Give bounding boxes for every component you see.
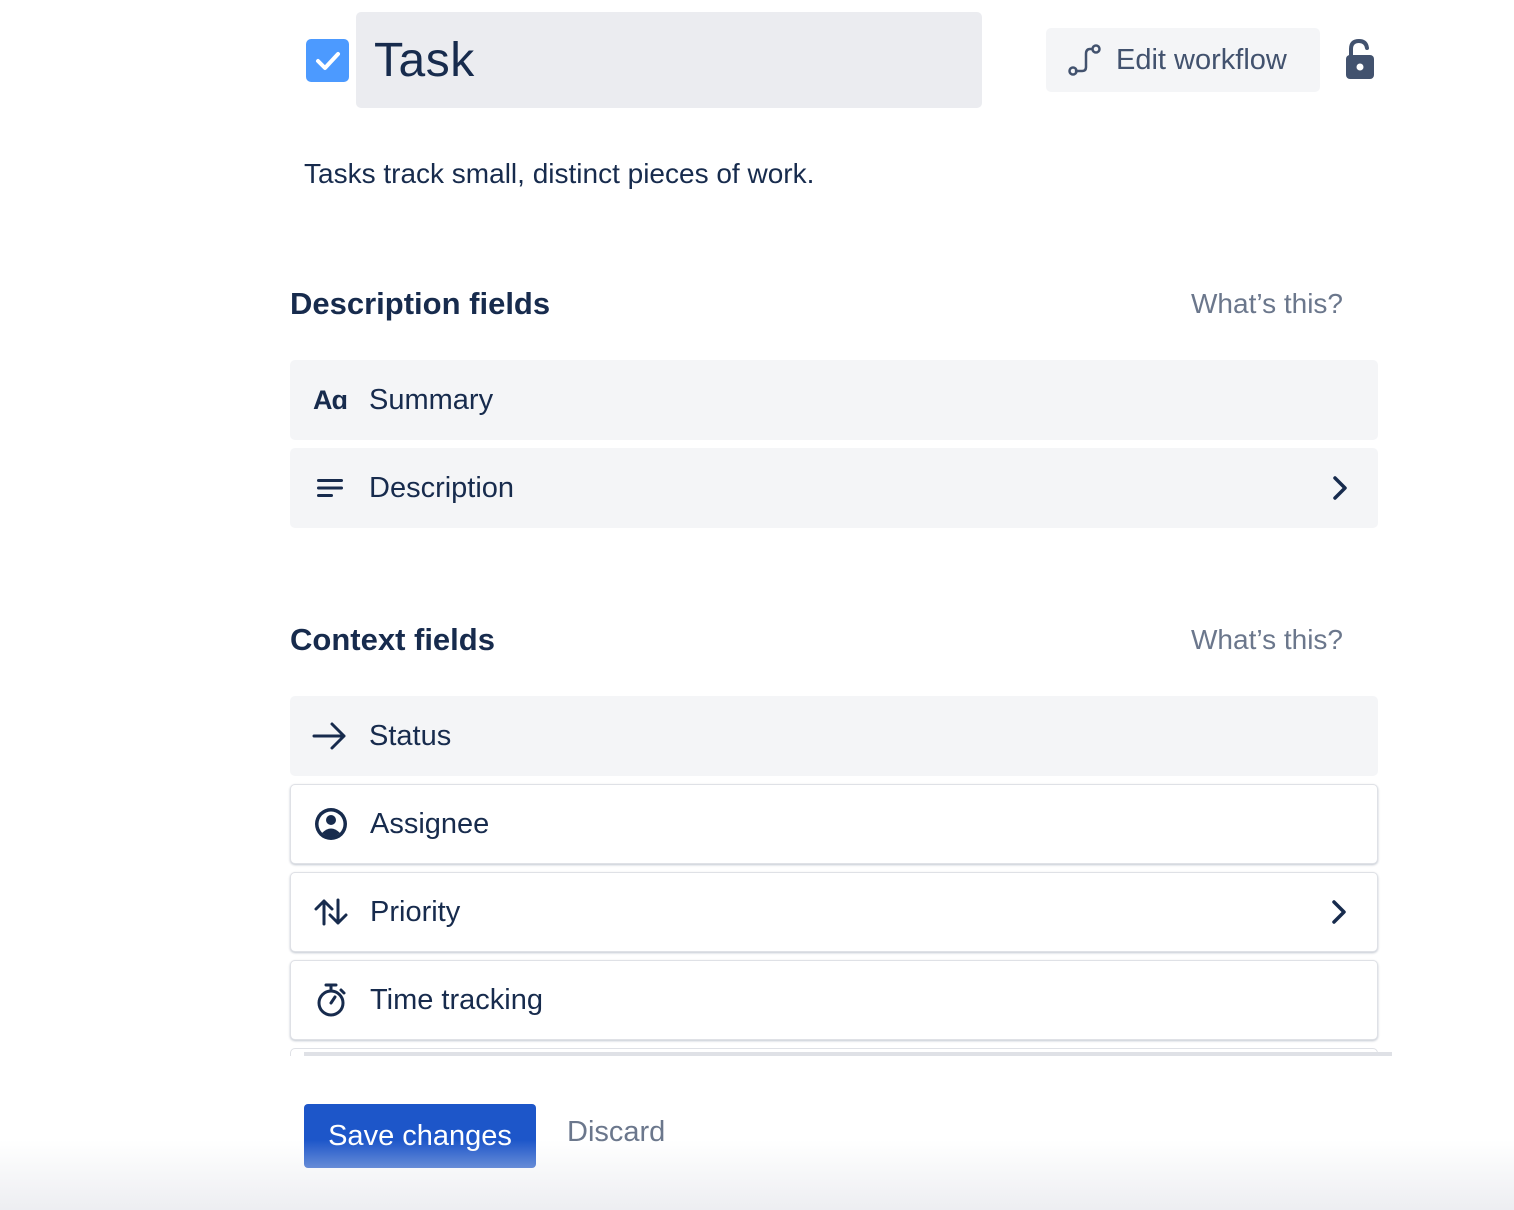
- field-label: Status: [369, 719, 452, 752]
- edit-workflow-label: Edit workflow: [1116, 43, 1287, 76]
- issue-type-editor: Task Edit workflow Tasks track small, di…: [0, 0, 1514, 1210]
- scroll-divider: [304, 1052, 1392, 1056]
- field-label: Summary: [369, 383, 494, 416]
- issue-type-name-input[interactable]: Task: [356, 12, 982, 108]
- page-title: Task: [374, 33, 475, 87]
- field-priority[interactable]: Priority: [290, 872, 1378, 952]
- field-label: Description: [369, 471, 515, 504]
- edit-workflow-button[interactable]: Edit workflow: [1046, 28, 1320, 92]
- issue-type-description: Tasks track small, distinct pieces of wo…: [304, 158, 815, 189]
- field-status[interactable]: Status: [290, 696, 1378, 776]
- chevron-right-icon: [1332, 900, 1346, 924]
- sort-arrows-icon: [313, 894, 349, 930]
- field-label: Time tracking: [370, 983, 543, 1016]
- bottom-fade: [0, 1140, 1514, 1210]
- task-checkbox-icon: [306, 39, 349, 82]
- description-fields-help-link[interactable]: What’s this?: [1191, 288, 1343, 320]
- save-changes-button[interactable]: Save changes: [304, 1104, 536, 1168]
- discard-button[interactable]: Discard: [567, 1116, 665, 1149]
- context-fields-help-link[interactable]: What’s this?: [1191, 624, 1343, 656]
- text-lines-icon: [312, 470, 348, 506]
- arrow-right-icon: [312, 718, 348, 754]
- text-format-icon: Aɑ: [313, 384, 348, 415]
- chevron-right-icon: [1333, 476, 1347, 500]
- field-assignee[interactable]: Assignee: [290, 784, 1378, 864]
- unlock-icon[interactable]: [1342, 38, 1378, 82]
- context-fields-heading: Context fields: [290, 622, 495, 657]
- stopwatch-icon: [313, 982, 349, 1018]
- user-avatar-icon: [313, 806, 349, 842]
- field-description[interactable]: Description: [290, 448, 1378, 528]
- field-time-tracking[interactable]: Time tracking: [290, 960, 1378, 1040]
- description-fields-heading: Description fields: [290, 286, 551, 321]
- workflow-icon: [1068, 44, 1101, 76]
- field-label: Assignee: [370, 807, 490, 840]
- field-label: Priority: [370, 895, 461, 928]
- field-summary[interactable]: Aɑ Summary: [290, 360, 1378, 440]
